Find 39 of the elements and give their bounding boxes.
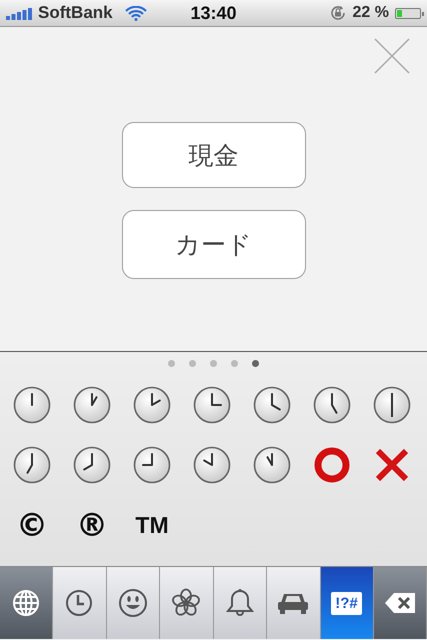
keyboard-tab[interactable]	[267, 567, 320, 639]
wifi-icon	[124, 6, 147, 20]
circle-icon[interactable]	[314, 447, 350, 483]
flower-icon	[171, 588, 202, 618]
smiley-icon	[118, 588, 148, 618]
bell-icon	[226, 588, 254, 618]
clock-icon[interactable]	[133, 386, 171, 424]
signal-icon	[6, 6, 34, 20]
clock-icon[interactable]	[73, 446, 111, 484]
symbol-key[interactable]: ®	[76, 506, 108, 544]
symbol-key[interactable]: TM	[135, 512, 169, 538]
battery-icon	[395, 8, 421, 18]
clock-icon[interactable]	[313, 386, 351, 424]
clock-icon[interactable]	[253, 446, 291, 484]
cross-icon[interactable]	[375, 448, 409, 482]
clock-icon[interactable]	[373, 386, 411, 424]
symbol-key[interactable]: ©	[16, 506, 48, 544]
clock-time: 13:40	[190, 2, 237, 22]
payment-option-button[interactable]: カード	[122, 210, 306, 279]
clock-icon	[65, 589, 94, 617]
keyboard-tab[interactable]	[374, 567, 427, 639]
delete-icon	[384, 592, 416, 614]
clock-icon[interactable]	[253, 386, 291, 424]
battery-percent: 22 %	[352, 4, 389, 22]
clock-icon[interactable]	[193, 386, 231, 424]
keyboard-tab[interactable]	[53, 567, 106, 639]
globe-icon	[12, 589, 40, 617]
clock-icon[interactable]	[73, 386, 111, 424]
clock-icon[interactable]	[13, 386, 51, 424]
keyboard-tab[interactable]	[106, 567, 160, 639]
keyboard-tab[interactable]	[214, 567, 267, 639]
keyboard-tab[interactable]	[160, 567, 214, 639]
keyboard-tab[interactable]: !?#	[320, 567, 374, 639]
clock-icon[interactable]	[133, 446, 171, 484]
clock-icon[interactable]	[13, 446, 51, 484]
carrier-name: SoftBank	[38, 3, 113, 23]
clock-icon[interactable]	[193, 446, 231, 484]
payment-option-button[interactable]: 現金	[122, 122, 306, 188]
keyboard-tab[interactable]	[0, 567, 53, 639]
